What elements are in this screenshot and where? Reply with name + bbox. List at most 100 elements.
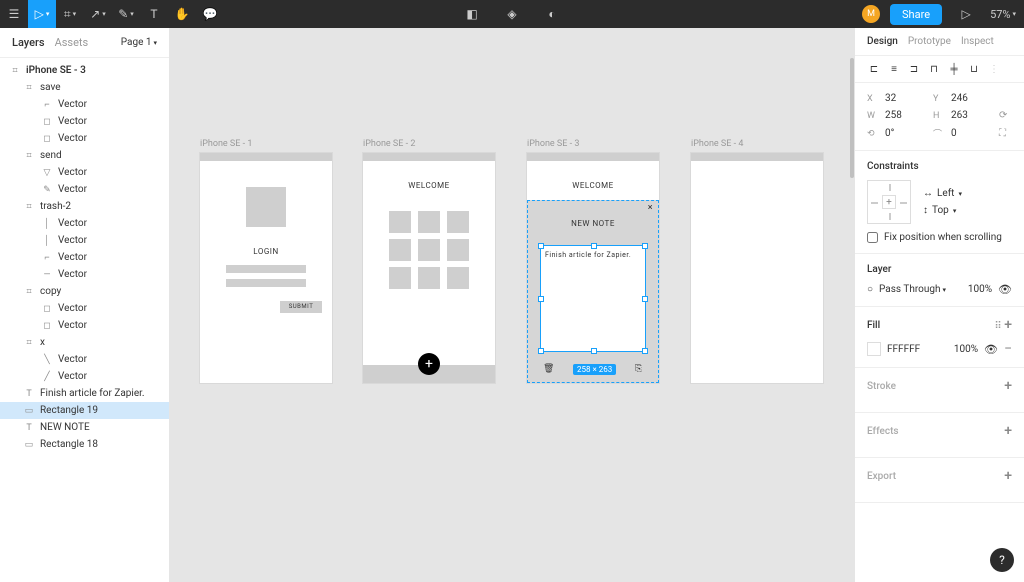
fix-position-checkbox[interactable]: Fix position when scrolling [867, 232, 1012, 243]
layer-name: save [40, 82, 61, 93]
layer-row[interactable]: ⌗copy [0, 283, 169, 300]
zoom-select[interactable]: 57%▾ [990, 8, 1016, 21]
link-wh-icon[interactable]: ⟳ [999, 110, 1015, 121]
comment-tool[interactable]: 💬 [196, 0, 224, 28]
fill-swatch[interactable] [867, 342, 881, 356]
align-vcenter-icon[interactable]: ╪ [947, 62, 961, 76]
fill-visibility-icon[interactable]: 👁 [984, 343, 998, 356]
right-panel: Design Prototype Inspect ⊏ ≡ ⊐ ⊓ ╪ ⊔ ⋮ X… [854, 28, 1024, 582]
fill-hex-input[interactable]: FFFFFF [887, 344, 936, 355]
prototype-tab[interactable]: Prototype [908, 36, 951, 47]
blend-mode-select[interactable]: Pass Through ▾ [879, 284, 950, 295]
layer-opacity-input[interactable]: 100% [956, 284, 992, 295]
page-select[interactable]: Page 1▾ [121, 37, 157, 48]
scroll-indicator[interactable] [850, 58, 854, 178]
layer-row[interactable]: ⌐Vector [0, 249, 169, 266]
grid-cell [447, 239, 469, 261]
align-right-icon[interactable]: ⊐ [907, 62, 921, 76]
shape-tool[interactable]: ✎▾ [112, 0, 140, 28]
layer-row[interactable]: TNEW NOTE [0, 419, 169, 436]
hand-tool[interactable]: ✋ [168, 0, 196, 28]
design-tab[interactable]: Design [867, 36, 898, 47]
boolean-tool[interactable]: ◐ [538, 0, 566, 28]
mask-tool[interactable]: ◈ [498, 0, 526, 28]
frame-iphone-se-4[interactable]: iPhone SE - 4 [691, 153, 823, 383]
layer-name: Vector [58, 167, 87, 178]
layer-row[interactable]: ╲Vector [0, 351, 169, 368]
fix-position-input[interactable] [867, 232, 878, 243]
layer-type-icon: ⌗ [24, 151, 34, 161]
fill-opacity-input[interactable]: 100% [942, 344, 978, 355]
help-button[interactable]: ? [990, 548, 1014, 572]
layer-row[interactable]: ◻Vector [0, 130, 169, 147]
add-stroke-button[interactable]: + [1004, 378, 1012, 394]
layer-name: Finish article for Zapier. [40, 388, 145, 399]
constraint-widget[interactable]: + [867, 180, 911, 224]
corner-expand-icon[interactable]: ⛶ [999, 128, 1015, 139]
layer-row[interactable]: ╱Vector [0, 368, 169, 385]
stroke-title: Stroke [867, 381, 896, 392]
add-fill-button[interactable]: + [1004, 317, 1012, 333]
trash-icon[interactable]: 🗑 [543, 364, 555, 376]
constraint-vertical[interactable]: ↕ Top ▾ [923, 205, 962, 216]
layer-row[interactable]: ⌗save [0, 79, 169, 96]
menu-button[interactable]: ☰ [0, 0, 28, 28]
layer-row[interactable]: ◻Vector [0, 317, 169, 334]
layer-row[interactable]: ▭Rectangle 19 [0, 402, 169, 419]
x-input[interactable]: 32 [885, 93, 925, 104]
layer-row[interactable]: ▭Rectangle 18 [0, 436, 169, 453]
distribute-icon[interactable]: ⋮ [987, 62, 1001, 76]
layer-row[interactable]: ⌗x [0, 334, 169, 351]
text-tool[interactable]: T [140, 0, 168, 28]
canvas[interactable]: iPhone SE - 1 LOGIN SUBMIT iPhone SE - 2… [170, 28, 854, 582]
corner-input[interactable]: 0 [951, 128, 991, 139]
remove-fill-button[interactable]: − [1004, 341, 1012, 357]
frame-iphone-se-1[interactable]: iPhone SE - 1 LOGIN SUBMIT [200, 153, 332, 383]
add-export-button[interactable]: + [1004, 468, 1012, 484]
layer-row[interactable]: TFinish article for Zapier. [0, 385, 169, 402]
layer-row[interactable]: ◻Vector [0, 113, 169, 130]
assets-tab[interactable]: Assets [55, 36, 89, 49]
corner-label: ⌒ [933, 127, 943, 140]
component-tool[interactable]: ◧ [458, 0, 486, 28]
move-tool[interactable]: ▷▾ [28, 0, 56, 28]
align-left-icon[interactable]: ⊏ [867, 62, 881, 76]
layer-name: Vector [58, 371, 87, 382]
frame-label: iPhone SE - 1 [200, 139, 252, 149]
layer-row[interactable]: ◻Vector [0, 300, 169, 317]
layer-row[interactable]: ⌐Vector [0, 96, 169, 113]
frame-iphone-se-2[interactable]: iPhone SE - 2 WELCOME + [363, 153, 495, 383]
layer-row[interactable]: │Vector [0, 215, 169, 232]
layer-type-icon: ▭ [24, 406, 34, 416]
layer-row[interactable]: ⌗iPhone SE - 3 [0, 62, 169, 79]
layer-row[interactable]: —Vector [0, 266, 169, 283]
rotation-input[interactable]: 0° [885, 128, 925, 139]
pen-tool[interactable]: ↗▾ [84, 0, 112, 28]
layer-row[interactable]: ✎Vector [0, 181, 169, 198]
constraint-horizontal[interactable]: ↔ Left ▾ [923, 188, 962, 199]
welcome-title: WELCOME [363, 181, 495, 190]
layers-tab[interactable]: Layers [12, 36, 45, 49]
user-avatar[interactable]: M [862, 5, 880, 23]
add-effect-button[interactable]: + [1004, 423, 1012, 439]
align-bottom-icon[interactable]: ⊔ [967, 62, 981, 76]
layer-row[interactable]: ⌗send [0, 147, 169, 164]
fill-style-icon[interactable]: ⠿ [994, 321, 1001, 332]
layer-row[interactable]: ▽Vector [0, 164, 169, 181]
y-input[interactable]: 246 [951, 93, 991, 104]
align-hcenter-icon[interactable]: ≡ [887, 62, 901, 76]
layer-row[interactable]: ⌗trash-2 [0, 198, 169, 215]
layer-row[interactable]: │Vector [0, 232, 169, 249]
w-input[interactable]: 258 [885, 110, 925, 121]
h-input[interactable]: 263 [951, 110, 991, 121]
layer-type-icon: ◻ [42, 321, 52, 331]
status-bar [691, 153, 823, 161]
frame-tool[interactable]: ⌗▾ [56, 0, 84, 28]
visibility-icon[interactable]: 👁 [998, 283, 1012, 296]
share-button[interactable]: Share [890, 4, 942, 25]
copy-icon[interactable]: ⎘ [635, 364, 647, 376]
present-button[interactable]: ▷ [952, 0, 980, 28]
inspect-tab[interactable]: Inspect [961, 36, 994, 47]
align-top-icon[interactable]: ⊓ [927, 62, 941, 76]
layer-type-icon: ▭ [24, 440, 34, 450]
